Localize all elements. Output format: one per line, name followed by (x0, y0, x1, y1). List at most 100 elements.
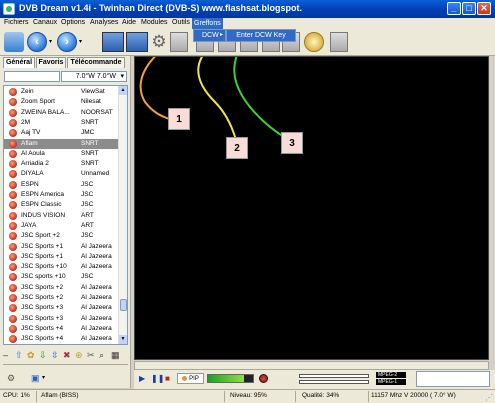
channel-row[interactable]: JSC Sports +3 Al Jazeera (4, 303, 119, 313)
zoom-icon[interactable]: ⌕ (99, 349, 104, 361)
tool-icon[interactable] (170, 32, 188, 52)
scan-icon[interactable]: ✂ (87, 349, 95, 361)
channel-icon (9, 211, 17, 220)
monitor-icon[interactable] (102, 32, 124, 52)
stop-icon[interactable]: ■ (165, 373, 170, 384)
channel-row[interactable]: JSC Sports +2 Al Jazeera (4, 283, 119, 293)
channel-row[interactable]: JSC Sports +3 Al Jazeera (4, 314, 119, 324)
channel-list-scrollbar[interactable]: ▲ ▼ (118, 86, 127, 344)
menu-aide[interactable]: Aide (122, 19, 136, 26)
channel-row[interactable]: Zein ViewSat (4, 87, 119, 97)
close-button[interactable]: ✕ (477, 2, 491, 15)
up-arrow-icon[interactable]: ⇧ (15, 349, 23, 361)
left-panel: Général Favoris Télécommande 7.0°W 7.0°W… (0, 56, 131, 388)
channel-row[interactable]: Aaj TV JMC (4, 128, 119, 138)
menu-options[interactable]: Options (61, 19, 85, 26)
exit-icon[interactable] (330, 32, 348, 52)
channel-row[interactable]: JSC Sports +1 Al Jazeera (4, 242, 119, 252)
view-icon[interactable]: ▣ (31, 373, 40, 384)
channel-row[interactable]: Arriadia 2 SNRT (4, 159, 119, 169)
gear-icon[interactable]: ⚙ (150, 32, 168, 52)
record-button[interactable] (259, 374, 268, 383)
lock-icon[interactable]: ⊕ (75, 349, 83, 361)
pause-icon[interactable]: ❚❚ (151, 373, 164, 384)
scroll-thumb[interactable] (120, 299, 127, 311)
forward-button[interactable]: › (57, 32, 77, 52)
channel-row[interactable]: JSC Sports +10 Al Jazeera (4, 262, 119, 272)
channel-row[interactable]: JAYA ART (4, 221, 119, 231)
mpeg-label-top: MPEG-2 (376, 372, 406, 378)
greffons-dropdown: DCW (193, 29, 226, 42)
channel-icon (9, 98, 17, 107)
channel-row[interactable]: JSC Sports +4 Al Jazeera (4, 324, 119, 334)
channel-icon (9, 191, 17, 199)
channel-icon (9, 160, 17, 169)
list-slider[interactable] (3, 364, 128, 370)
channel-row[interactable]: ESPN America JSC (4, 190, 119, 200)
app-icon (3, 3, 15, 15)
minimize-button[interactable]: _ (447, 2, 461, 15)
menu-fichiers[interactable]: Fichiers (4, 19, 29, 26)
menu-greffons[interactable]: Greffons (192, 18, 223, 29)
menu-item-enter-dcw-key[interactable]: Enter DCW Key (227, 30, 295, 41)
tab-telecommande[interactable]: Télécommande (67, 57, 125, 68)
down-arrow-icon[interactable]: ⇩ (39, 349, 47, 361)
scroll-down-icon[interactable]: ▼ (119, 335, 127, 344)
favorite-icon[interactable]: ✿ (27, 349, 35, 361)
menu-bar: Fichiers Canaux Options Analyses Aide Mo… (0, 18, 495, 29)
channel-name: 2M (21, 118, 31, 126)
minus-icon[interactable]: – (3, 349, 8, 361)
status-bar: CPU: 1% Aflam (BISS) Niveau: 95% Qualité… (0, 389, 495, 403)
channel-row[interactable]: JSC Sports +4 Al Jazeera (4, 334, 119, 344)
channel-row[interactable]: JSC Sport +2 JSC (4, 231, 119, 241)
sort-icon[interactable]: ⇳ (51, 349, 59, 361)
channel-row[interactable]: JSC sports +10 JSC (4, 272, 119, 282)
channel-row[interactable]: 2M SNRT (4, 118, 119, 128)
channel-provider: JMC (81, 129, 95, 137)
satellite-position-select[interactable]: 7.0°W 7.0°W (61, 71, 127, 82)
channel-row[interactable]: Al Aoula SNRT (4, 149, 119, 159)
resize-grip-icon[interactable]: ⋰ (485, 393, 493, 402)
channel-row[interactable]: ESPN JSC (4, 180, 119, 190)
channel-provider: Al Jazeera (81, 314, 112, 322)
channel-row[interactable]: JSC Sports +1 Al Jazeera (4, 252, 119, 262)
channel-provider: SNRT (81, 118, 99, 126)
menu-outils[interactable]: Outils (172, 19, 190, 26)
scroll-up-icon[interactable]: ▲ (119, 86, 127, 95)
back-dropdown-icon[interactable]: ▾ (49, 32, 55, 52)
channel-icon (9, 324, 17, 333)
delete-icon[interactable]: ✖ (63, 349, 71, 361)
grid-icon[interactable]: ▦ (111, 349, 120, 361)
monitor-icon-2[interactable] (126, 32, 148, 52)
play-icon[interactable]: ▶ (139, 373, 145, 384)
channel-name: JSC Sports +3 (21, 304, 64, 312)
channel-row[interactable]: Zoom Sport Nilesat (4, 97, 119, 107)
menu-analyses[interactable]: Analyses (90, 19, 118, 26)
callout-line-3 (233, 57, 292, 142)
channel-row[interactable]: ZWEINA BALA... NOORSAT (4, 108, 119, 118)
maximize-button[interactable]: □ (462, 2, 476, 15)
channel-row[interactable]: JSC Sports +2 Al Jazeera (4, 293, 119, 303)
channel-row[interactable]: ESPN Classic JSC (4, 200, 119, 210)
callout-3: 3 (281, 132, 303, 154)
video-hscroll[interactable] (134, 361, 489, 370)
forward-dropdown-icon[interactable]: ▾ (79, 32, 85, 52)
pip-button[interactable]: PIP (177, 373, 204, 384)
tab-favoris[interactable]: Favoris (36, 57, 66, 68)
folder-icon[interactable] (4, 32, 24, 52)
channel-row[interactable]: INDUS VISION ART (4, 211, 119, 221)
channel-row[interactable]: Aflam SNRT (4, 138, 119, 149)
channel-name: ESPN America (21, 191, 64, 198)
view-dropdown-icon[interactable]: ▾ (42, 374, 45, 381)
menu-item-dcw[interactable]: DCW (194, 30, 225, 41)
channel-filter-input[interactable] (4, 71, 60, 82)
clock-icon[interactable] (304, 32, 324, 52)
tab-general[interactable]: Général (3, 57, 35, 68)
video-area[interactable]: 1 2 3 (134, 56, 489, 360)
menu-canaux[interactable]: Canaux (33, 19, 57, 26)
settings-icon[interactable]: ⚙ (7, 373, 15, 384)
channel-icon (9, 273, 17, 282)
menu-modules[interactable]: Modules (141, 19, 167, 26)
channel-row[interactable]: DIYALA Unnamed (4, 169, 119, 179)
back-button[interactable]: ‹ (27, 32, 47, 52)
